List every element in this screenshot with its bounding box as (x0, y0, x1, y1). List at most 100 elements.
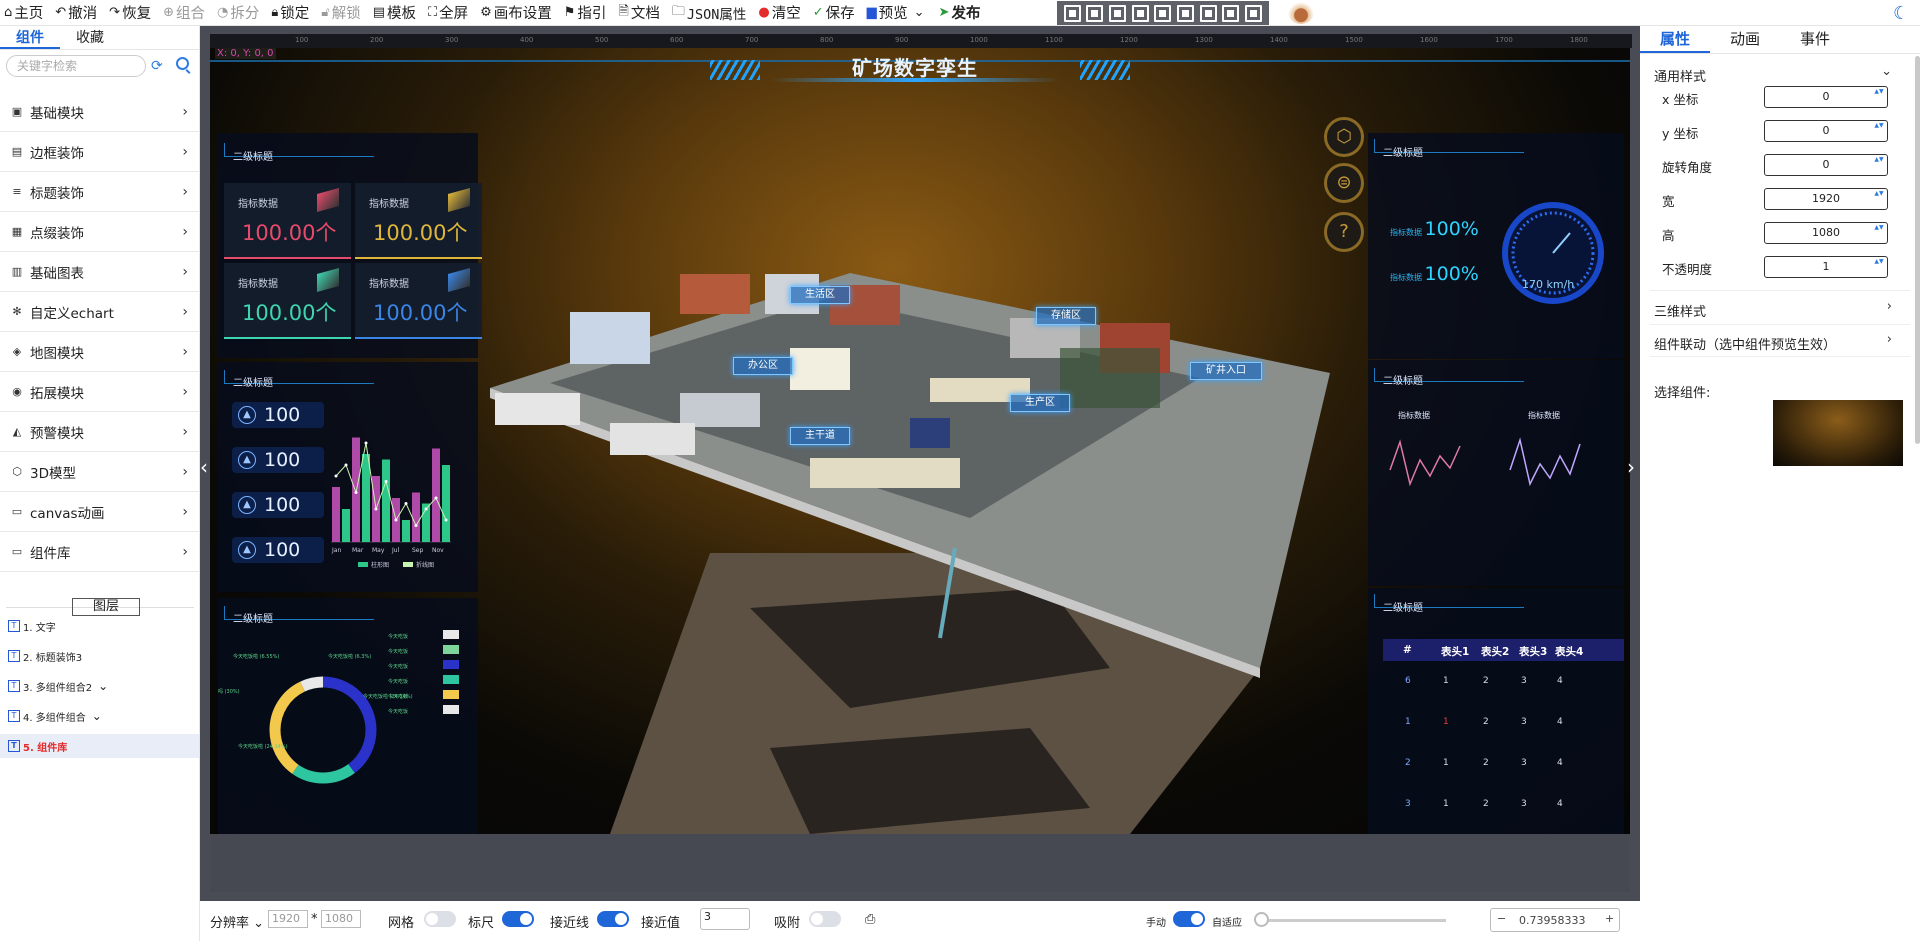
right-scrollbar[interactable] (1915, 56, 1920, 444)
map-tag[interactable]: 矿井入口 (1190, 362, 1262, 380)
coffee-icon[interactable] (1288, 2, 1314, 24)
sidebar-item-category[interactable]: ▤ 边框装饰 › (0, 132, 200, 172)
map-tag[interactable]: 生产区 (1010, 394, 1070, 412)
tab-properties[interactable]: 属性 (1640, 26, 1710, 53)
zoom-slider[interactable] (1256, 919, 1446, 922)
help-button[interactable]: ? (1324, 212, 1364, 252)
canvas-settings-button[interactable]: ⚙ 画布设置 (480, 0, 552, 26)
tab-favorites[interactable]: 收藏 (60, 26, 120, 49)
layers-view-button[interactable]: ⊜ (1324, 163, 1364, 203)
sidebar-item-category[interactable]: ▣ 基础模块 › (0, 92, 200, 132)
align-middle-icon[interactable] (1154, 4, 1172, 22)
adsorb-toggle[interactable] (809, 911, 841, 927)
lock-button[interactable]: 🔒︎ 锁定 (271, 0, 309, 26)
image-icon[interactable] (1222, 4, 1240, 22)
fullscreen-button[interactable]: ⛶ 全屏 (428, 0, 468, 26)
publish-button[interactable]: ➤ 发布 (939, 0, 981, 26)
prop-input[interactable]: 1 ▲▼ (1764, 256, 1888, 278)
align-left-icon[interactable] (1063, 4, 1081, 22)
sidebar-item-category[interactable]: ≡ 标题装饰 › (0, 172, 200, 212)
tab-components[interactable]: 组件 (0, 26, 60, 49)
preview-button[interactable]: ▆ 预览 ⌄ (867, 0, 927, 26)
prop-input[interactable]: 0 ▲▼ (1764, 86, 1888, 108)
align-bottom-icon[interactable] (1177, 4, 1195, 22)
align-top-icon[interactable] (1131, 4, 1149, 22)
chevron-down-icon[interactable]: ⌄ (98, 679, 108, 693)
height-input[interactable]: 1080 (321, 910, 361, 928)
home-button[interactable]: ⌂ 主页 (4, 0, 43, 26)
section-link[interactable]: 组件联动（选中组件预览生效） (1654, 334, 1836, 353)
chevron-down-icon[interactable]: ⌄ (1881, 64, 1892, 79)
refresh-icon[interactable]: ⟳ (151, 58, 163, 74)
tab-animation[interactable]: 动画 (1710, 26, 1780, 53)
section-3d[interactable]: 三维样式 (1654, 301, 1706, 320)
sidebar-item-category[interactable]: ▦ 点缀装饰 › (0, 212, 200, 252)
prop-input[interactable]: 0 ▲▼ (1764, 154, 1888, 176)
fit-icon[interactable] (1245, 4, 1263, 22)
unlock-button[interactable]: 🔓︎ 解锁 (321, 0, 360, 26)
table-row[interactable]: 6 1 2 3 4 (1383, 676, 1624, 690)
map-tag[interactable]: 办公区 (733, 357, 793, 375)
docs-button[interactable]: 🗎 文档 (618, 0, 659, 26)
camera-icon[interactable]: ⎙ (865, 912, 875, 927)
component-thumbnail[interactable] (1773, 400, 1903, 466)
map-tag[interactable]: 存储区 (1036, 307, 1096, 325)
distribute-icon[interactable] (1199, 4, 1217, 22)
zoom-stepper[interactable]: − 0.73958333 + (1490, 908, 1620, 932)
sidebar-item-category[interactable]: ▭ 组件库 › (0, 532, 200, 572)
snap-value-input[interactable]: 3 (700, 908, 750, 930)
chevron-down-icon[interactable]: ⌄ (92, 709, 102, 723)
zoom-slider-knob[interactable] (1254, 912, 1269, 927)
split-button[interactable]: ◔ 拆分 (217, 0, 259, 26)
zoom-plus[interactable]: + (1605, 912, 1614, 925)
snapline-toggle[interactable] (597, 911, 629, 927)
chevron-right-icon[interactable]: › (1887, 332, 1892, 347)
horizontal-ruler[interactable]: 100 200 300 400 500 600 700 800 900 1000 1100 1200 1… (210, 34, 1632, 48)
cube-view-button[interactable]: ⬡ (1324, 117, 1364, 157)
prop-input[interactable]: 1080 ▲▼ (1764, 222, 1888, 244)
chevron-right-icon[interactable]: › (1887, 299, 1892, 314)
prop-input[interactable]: 0 ▲▼ (1764, 120, 1888, 142)
save-button[interactable]: ✓ 保存 (813, 0, 855, 26)
group-button[interactable]: ⊕ 组合 (163, 0, 205, 26)
align-right-icon[interactable] (1109, 4, 1127, 22)
sidebar-item-category[interactable]: ◈ 地图模块 › (0, 332, 200, 372)
table-row[interactable]: 1 1 2 3 4 (1383, 717, 1624, 731)
section-general[interactable]: 通用样式 (1654, 66, 1706, 85)
clear-button[interactable]: ● 清空 (758, 0, 800, 26)
stepper-arrows-icon[interactable]: ▲▼ (1874, 121, 1884, 141)
resolution-select[interactable]: 分辨率 ⌄ (210, 912, 264, 931)
sidebar-item-category[interactable]: ✻ 自定义echart › (0, 292, 200, 332)
json-props-button[interactable]: 🗀 JSON属性 (672, 0, 747, 26)
stepper-arrows-icon[interactable]: ▲▼ (1874, 87, 1884, 107)
sidebar-item-category[interactable]: ◭ 预警模块 › (0, 412, 200, 452)
stepper-arrows-icon[interactable]: ▲▼ (1874, 155, 1884, 175)
moon-icon[interactable]: ☾ (1893, 3, 1909, 24)
sidebar-item-category[interactable]: ▭ canvas动画 › (0, 492, 200, 532)
template-button[interactable]: ▤ 模板 (373, 0, 416, 26)
layer-item[interactable]: T 4. 多组件组合 ⌄ (8, 704, 198, 728)
layer-item[interactable]: T 3. 多组件组合2 ⌄ (8, 674, 198, 698)
collapse-right-arrow[interactable]: › (1627, 455, 1635, 479)
layer-item[interactable]: T 5. 组件库 (0, 734, 199, 758)
map-tag[interactable]: 生活区 (790, 286, 850, 304)
zoom-value[interactable]: 0.73958333 (1519, 914, 1585, 927)
table-row[interactable]: 3 1 2 3 4 (1383, 799, 1624, 813)
collapse-left-arrow[interactable]: ‹ (200, 455, 208, 479)
width-input[interactable]: 1920 (268, 910, 308, 928)
search-icon[interactable] (176, 57, 189, 70)
layer-item[interactable]: T 1. 文字 (8, 614, 198, 638)
align-center-icon[interactable] (1086, 4, 1104, 22)
sidebar-item-category[interactable]: ⬡ 3D模型 › (0, 452, 200, 492)
map-tag[interactable]: 主干道 (790, 427, 850, 445)
guide-button[interactable]: ⚑ 指引 (564, 0, 607, 26)
table-row[interactable]: 2 1 2 3 4 (1383, 758, 1624, 772)
stepper-arrows-icon[interactable]: ▲▼ (1874, 189, 1884, 209)
tab-events[interactable]: 事件 (1780, 26, 1850, 53)
sidebar-item-category[interactable]: ◉ 拓展模块 › (0, 372, 200, 412)
search-input[interactable] (6, 55, 146, 77)
stepper-arrows-icon[interactable]: ▲▼ (1874, 223, 1884, 243)
grid-toggle[interactable] (424, 911, 456, 927)
layer-item[interactable]: T 2. 标题装饰3 (8, 644, 198, 668)
redo-button[interactable]: ↷ 恢复 (109, 0, 151, 26)
